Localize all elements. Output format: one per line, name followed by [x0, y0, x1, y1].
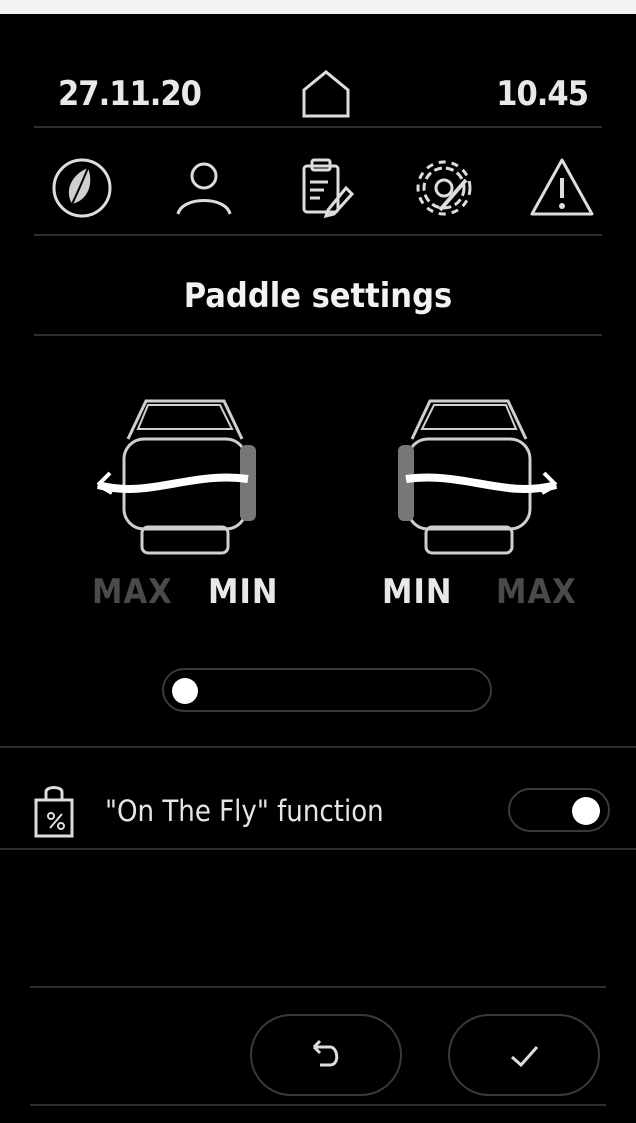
user-icon[interactable]	[170, 154, 238, 222]
status-bar: 27.11.20 10.45	[0, 66, 636, 124]
page-title: Paddle settings	[183, 276, 453, 316]
on-the-fly-toggle[interactable]	[508, 788, 610, 832]
right-min-label: MIN	[382, 572, 453, 612]
on-the-fly-row: "On The Fly" function	[0, 782, 636, 846]
divider	[30, 1104, 606, 1106]
leaf-icon[interactable]	[48, 154, 116, 222]
undo-arrow-icon	[312, 1039, 339, 1067]
back-button[interactable]	[250, 1014, 402, 1096]
device-screen: 27.11.20 10.45 Paddle settings MAX MIN M…	[0, 14, 636, 1123]
right-max-label: MAX	[496, 572, 577, 612]
checkmark-icon	[511, 1046, 539, 1068]
date-display: 27.11.20	[58, 74, 202, 114]
divider	[34, 234, 602, 236]
divider	[34, 334, 602, 336]
left-paddle-illustration	[96, 399, 256, 555]
left-max-label: MAX	[92, 572, 173, 612]
warning-icon[interactable]	[528, 154, 596, 222]
paddle-sensitivity-slider[interactable]	[162, 668, 492, 712]
divider	[0, 848, 636, 850]
on-the-fly-label: "On The Fly" function	[105, 794, 384, 828]
nav-icon-row	[0, 154, 636, 226]
toggle-knob	[572, 797, 600, 825]
bag-percent-icon	[34, 786, 74, 838]
home-icon[interactable]	[298, 66, 354, 122]
clipboard-edit-icon[interactable]	[292, 154, 360, 222]
confirm-button[interactable]	[448, 1014, 600, 1096]
divider	[34, 126, 602, 128]
time-display: 10.45	[496, 74, 589, 114]
left-min-label: MIN	[208, 572, 279, 612]
divider	[0, 746, 636, 748]
divider	[30, 986, 606, 988]
right-paddle-illustration	[398, 399, 558, 555]
slider-handle[interactable]	[172, 678, 198, 704]
settings-gear-icon[interactable]	[410, 154, 478, 222]
